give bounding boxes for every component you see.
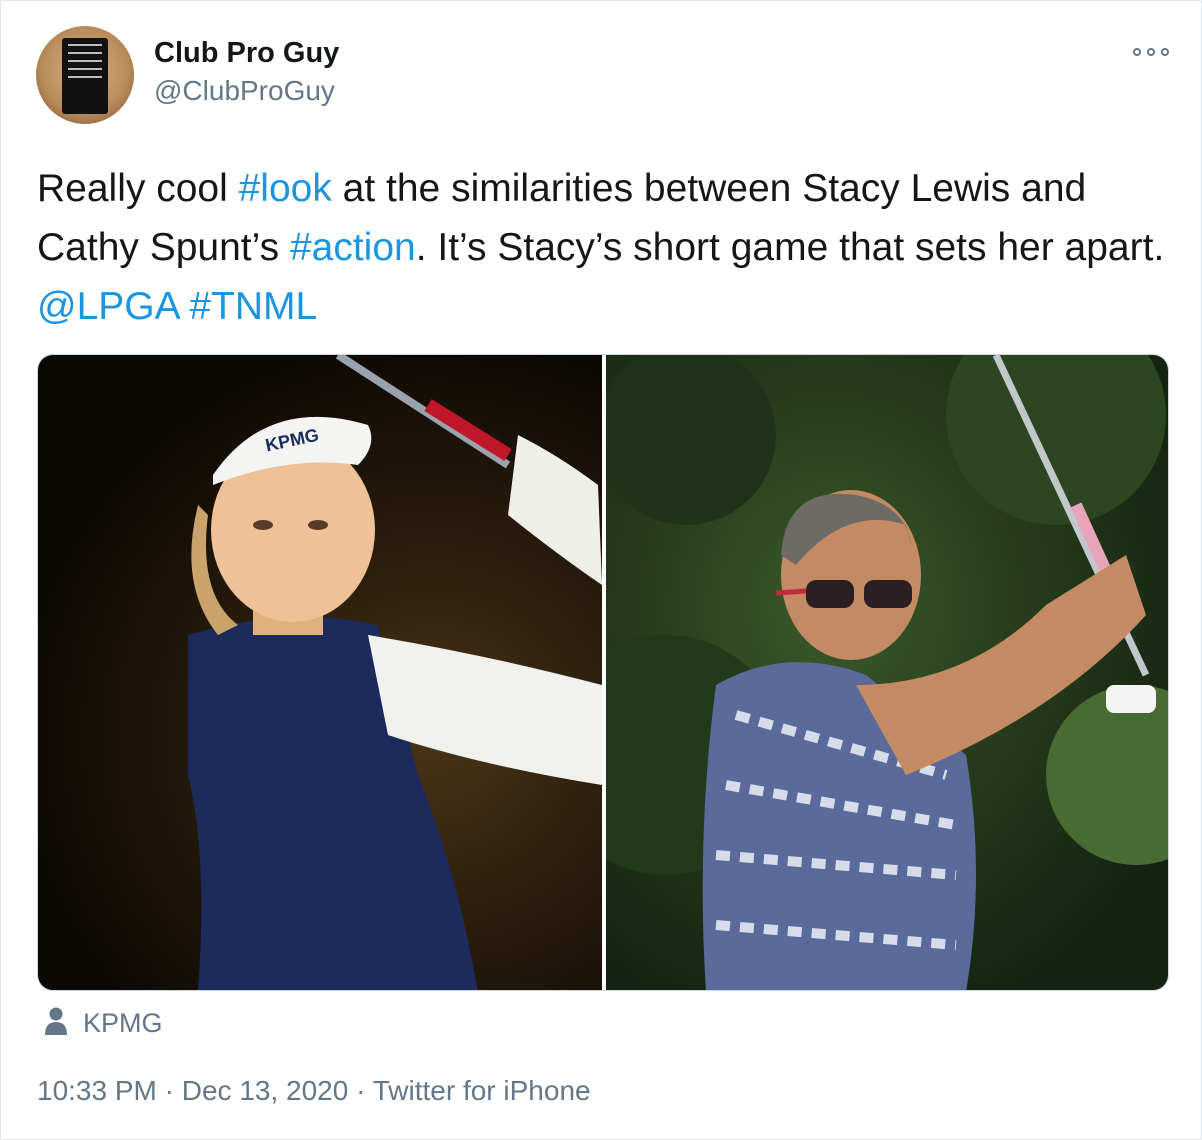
tweet-text-segment xyxy=(179,285,190,328)
hashtag-look-link[interactable]: #look xyxy=(239,167,332,210)
photo-cathy-spunt-illustration xyxy=(606,355,1168,990)
tweet-text: Really cool #look at the similarities be… xyxy=(37,159,1167,336)
tweet-meta: 10:33 PM · Dec 13, 2020 · Twitter for iP… xyxy=(37,1075,591,1107)
photo-cathy-spunt[interactable] xyxy=(606,355,1168,990)
avatar-image xyxy=(62,38,108,114)
display-name[interactable]: Club Pro Guy xyxy=(154,37,339,70)
meta-separator: · xyxy=(356,1075,366,1106)
meta-separator: · xyxy=(164,1075,174,1106)
tweet-time: 10:33 PM xyxy=(37,1075,157,1106)
tweet-date: Dec 13, 2020 xyxy=(181,1075,349,1106)
profile-avatar[interactable] xyxy=(36,26,134,124)
tweet-card: Club Pro Guy @ClubProGuy Really cool #lo… xyxy=(0,0,1202,1140)
more-options-icon[interactable] xyxy=(1133,45,1169,59)
hashtag-action-link[interactable]: #action xyxy=(290,226,416,269)
user-handle[interactable]: @ClubProGuy xyxy=(154,75,335,107)
photo-stacy-lewis[interactable]: KPMG xyxy=(38,355,602,990)
timestamp-link[interactable]: 10:33 PM · Dec 13, 2020 xyxy=(37,1075,348,1106)
photo-stacy-lewis-illustration: KPMG xyxy=(188,355,602,990)
media-grid: KPMG xyxy=(37,354,1169,991)
tweet-source-link[interactable]: Twitter for iPhone xyxy=(373,1075,591,1106)
tweet-text-segment: . It’s Stacy’s short game that sets her … xyxy=(415,226,1165,269)
person-icon xyxy=(45,1007,67,1035)
tweet-text-segment: Really cool xyxy=(37,167,239,210)
mention-lpga-link[interactable]: @LPGA xyxy=(37,285,179,328)
tagged-user[interactable]: KPMG xyxy=(83,1008,163,1039)
hashtag-tnml-link[interactable]: #TNML xyxy=(189,285,317,328)
